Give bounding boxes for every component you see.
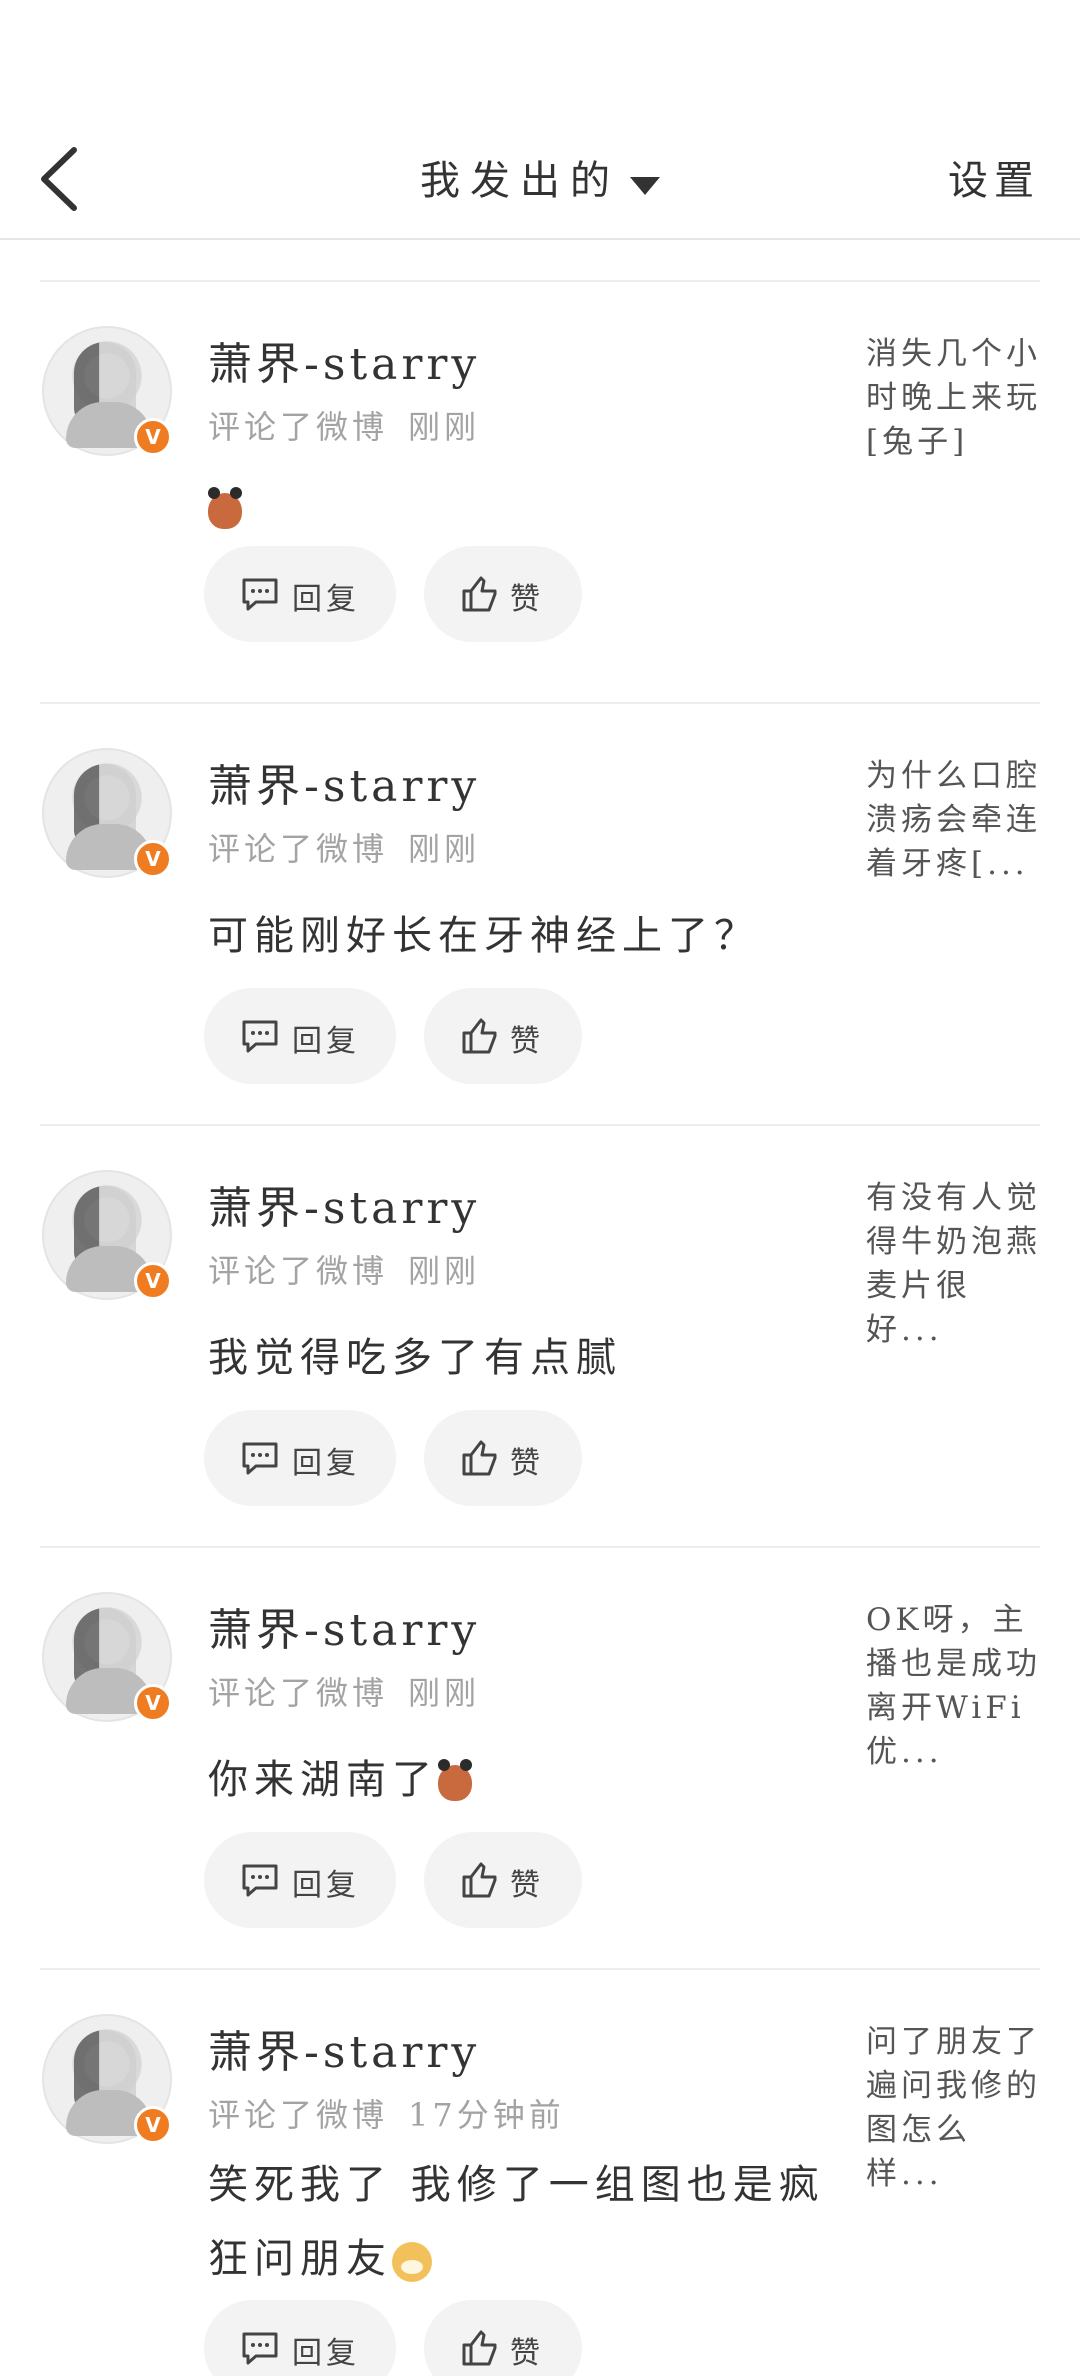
comment-meta: 评论了微博 刚刚 xyxy=(208,824,480,870)
comment-action: 评论了微博 xyxy=(208,1674,389,1712)
caret-down-icon xyxy=(630,176,660,195)
thumbs-up-icon xyxy=(462,576,497,612)
like-button[interactable]: 赞 xyxy=(424,1410,582,1506)
like-button[interactable]: 赞 xyxy=(424,2300,582,2376)
verified-badge-icon: V xyxy=(134,418,172,456)
comment-time: 刚刚 xyxy=(408,830,481,868)
comment-text: 你来湖南了 xyxy=(208,1757,438,1803)
reply-button[interactable]: 回复 xyxy=(204,2300,396,2376)
reply-label: 回复 xyxy=(292,582,360,617)
comment-body: 我觉得吃多了有点腻 xyxy=(208,1335,622,1381)
doge-emoji-icon xyxy=(392,2242,432,2282)
reply-button[interactable]: 回复 xyxy=(204,1410,396,1506)
comment-body: 可能刚好长在牙神经上了？ xyxy=(208,913,760,959)
thumbs-up-icon xyxy=(462,2330,497,2366)
verified-badge-icon: V xyxy=(134,840,172,878)
comment-action: 评论了微博 xyxy=(208,2096,389,2134)
avatar[interactable]: V xyxy=(42,748,172,878)
user-name[interactable]: 萧界-starry xyxy=(208,328,480,392)
verified-badge-icon: V xyxy=(134,1684,172,1722)
comment-meta: 评论了微博 刚刚 xyxy=(208,1246,480,1292)
comment-bubble-icon xyxy=(242,1020,278,1053)
reply-label: 回复 xyxy=(292,2336,360,2371)
like-button[interactable]: 赞 xyxy=(424,546,582,642)
comment-card[interactable]: V 萧界-starry 评论了微博 刚刚 你来湖南了 OK呀，主播也是成功离开Wi… xyxy=(0,1548,1080,1968)
avatar[interactable]: V xyxy=(42,2014,172,2144)
comment-action: 评论了微博 xyxy=(208,408,389,446)
comment-meta: 评论了微博 刚刚 xyxy=(208,1668,480,1714)
settings-button[interactable]: 设置 xyxy=(948,148,1040,206)
reply-button[interactable]: 回复 xyxy=(204,1832,396,1928)
comment-time: 17分钟前 xyxy=(408,2096,565,2134)
reply-label: 回复 xyxy=(292,1024,360,1059)
like-label: 赞 xyxy=(510,582,544,617)
comment-card[interactable]: V 萧界-starry 评论了微博 刚刚 消失几个小时晚上来玩[兔子] 回复 赞 xyxy=(0,282,1080,702)
like-label: 赞 xyxy=(510,1868,544,1903)
reply-label: 回复 xyxy=(292,1868,360,1903)
comment-text: 笑死我了 我修了一组图也是疯狂问朋友 xyxy=(208,2162,825,2282)
original-post-snippet[interactable]: 为什么口腔溃疡会牵连着牙疼[... xyxy=(866,754,1046,886)
thumbs-up-icon xyxy=(462,1018,497,1054)
reply-button[interactable]: 回复 xyxy=(204,546,396,642)
comment-body: 笑死我了 我修了一组图也是疯狂问朋友 xyxy=(208,2148,858,2296)
page-title-dropdown[interactable]: 我发出的 xyxy=(0,148,1080,206)
comment-bubble-icon xyxy=(242,1442,278,1475)
like-button[interactable]: 赞 xyxy=(424,1832,582,1928)
thumbs-up-icon xyxy=(462,1440,497,1476)
page-title: 我发出的 xyxy=(420,158,620,204)
comment-action: 评论了微博 xyxy=(208,830,389,868)
comment-card[interactable]: V 萧界-starry 评论了微博 刚刚 可能刚好长在牙神经上了？ 为什么口腔溃疡… xyxy=(0,704,1080,1124)
like-label: 赞 xyxy=(510,1446,544,1481)
reply-label: 回复 xyxy=(292,1446,360,1481)
status-bar xyxy=(0,0,1080,118)
comment-bubble-icon xyxy=(242,2332,278,2365)
reply-button[interactable]: 回复 xyxy=(204,988,396,1084)
comment-card[interactable]: V 萧界-starry 评论了微博 刚刚 我觉得吃多了有点腻 有没有人觉得牛奶泡燕… xyxy=(0,1126,1080,1546)
like-button[interactable]: 赞 xyxy=(424,988,582,1084)
comment-feed: V 萧界-starry 评论了微博 刚刚 消失几个小时晚上来玩[兔子] 回复 赞 … xyxy=(0,280,1080,2376)
comment-bubble-icon xyxy=(242,1864,278,1897)
comment-time: 刚刚 xyxy=(408,1674,481,1712)
face-emoji-icon xyxy=(438,1759,472,1801)
original-post-snippet[interactable]: OK呀，主播也是成功离开WiFi优... xyxy=(866,1598,1046,1774)
comment-actions: 回复 赞 xyxy=(204,1410,582,1506)
comment-actions: 回复 赞 xyxy=(204,1832,582,1928)
like-label: 赞 xyxy=(510,2336,544,2371)
verified-badge-icon: V xyxy=(134,1262,172,1300)
thumbs-up-icon xyxy=(462,1862,497,1898)
avatar[interactable]: V xyxy=(42,326,172,456)
comment-action: 评论了微博 xyxy=(208,1252,389,1290)
original-post-snippet[interactable]: 消失几个小时晚上来玩[兔子] xyxy=(866,332,1046,464)
like-label: 赞 xyxy=(510,1024,544,1059)
avatar[interactable]: V xyxy=(42,1170,172,1300)
verified-badge-icon: V xyxy=(134,2106,172,2144)
comment-actions: 回复 赞 xyxy=(204,546,582,642)
comment-time: 刚刚 xyxy=(408,408,481,446)
comment-body xyxy=(208,472,858,544)
top-navigation-bar: 我发出的 设置 xyxy=(0,118,1080,240)
original-post-snippet[interactable]: 有没有人觉得牛奶泡燕麦片很好... xyxy=(866,1176,1046,1352)
comment-bubble-icon xyxy=(242,578,278,611)
comment-actions: 回复 赞 xyxy=(204,988,582,1084)
comment-body: 你来湖南了 xyxy=(208,1744,858,1816)
user-name[interactable]: 萧界-starry xyxy=(208,1172,480,1236)
user-name[interactable]: 萧界-starry xyxy=(208,750,480,814)
comment-card[interactable]: V 萧界-starry 评论了微博 17分钟前 笑死我了 我修了一组图也是疯狂问朋… xyxy=(0,1970,1080,2376)
comment-actions: 回复 赞 xyxy=(204,2300,582,2376)
avatar[interactable]: V xyxy=(42,1592,172,1722)
user-name[interactable]: 萧界-starry xyxy=(208,2016,480,2080)
user-name[interactable]: 萧界-starry xyxy=(208,1594,480,1658)
comment-meta: 评论了微博 刚刚 xyxy=(208,402,480,448)
comment-meta: 评论了微博 17分钟前 xyxy=(208,2090,565,2136)
comment-time: 刚刚 xyxy=(408,1252,481,1290)
face-emoji-icon xyxy=(208,487,242,529)
original-post-snippet[interactable]: 问了朋友了遍问我修的图怎么样... xyxy=(866,2020,1046,2196)
